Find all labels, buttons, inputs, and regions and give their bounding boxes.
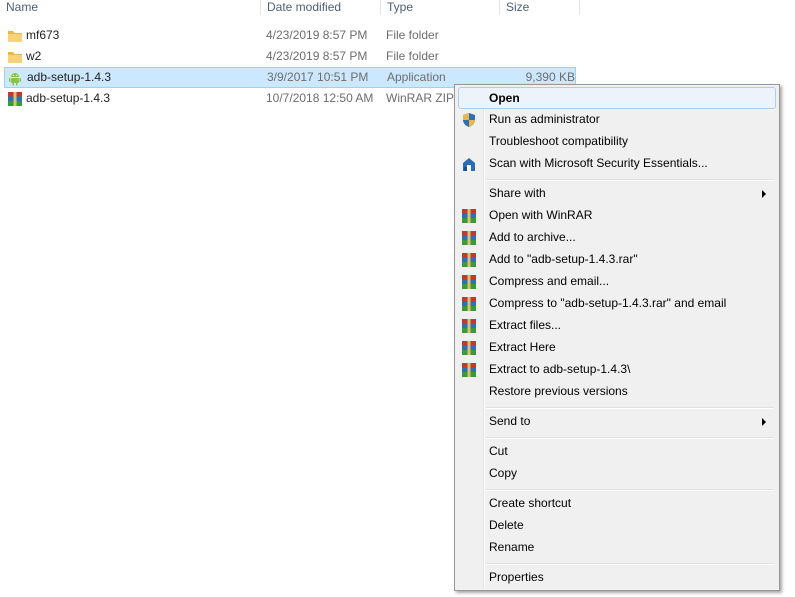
file-size xyxy=(500,25,574,46)
menu-item-label: Cut xyxy=(489,444,508,458)
menu-item-label: Open xyxy=(489,91,520,105)
menu-item-label: Create shortcut xyxy=(489,496,572,510)
menu-item-compress-to-rar-and-email[interactable]: Compress to "adb-setup-1.4.3.rar" and em… xyxy=(458,293,776,315)
winrar-icon xyxy=(462,341,476,355)
menu-item-scan-mse[interactable]: Scan with Microsoft Security Essentials.… xyxy=(458,153,776,175)
menu-item-share-with[interactable]: Share with xyxy=(458,183,776,205)
file-date: 3/9/2017 10:51 PM xyxy=(267,70,369,84)
android-app-icon xyxy=(9,73,21,86)
file-date: 10/7/2018 12:50 AM xyxy=(266,91,374,105)
file-date: 4/23/2019 8:57 PM xyxy=(266,49,368,63)
menu-item-label: Properties xyxy=(489,570,544,584)
column-header-name[interactable]: Name xyxy=(0,0,261,15)
file-size xyxy=(500,46,574,67)
menu-item-add-to-rar[interactable]: Add to "adb-setup-1.4.3.rar" xyxy=(458,249,776,271)
menu-item-add-to-archive[interactable]: Add to archive... xyxy=(458,227,776,249)
winrar-icon xyxy=(462,297,476,311)
file-row[interactable]: w2 4/23/2019 8:57 PM File folder xyxy=(4,46,576,67)
file-type: WinRAR ZIP xyxy=(386,91,455,105)
menu-item-extract-to-folder[interactable]: Extract to adb-setup-1.4.3\ xyxy=(458,359,776,381)
menu-item-delete[interactable]: Delete xyxy=(458,515,776,537)
menu-separator xyxy=(486,437,774,439)
menu-item-label: Troubleshoot compatibility xyxy=(489,134,628,148)
column-header-bar: Name Date modified Type Size xyxy=(0,0,795,16)
menu-item-label: Delete xyxy=(489,518,524,532)
winrar-icon xyxy=(462,319,476,333)
file-row[interactable]: mf673 4/23/2019 8:57 PM File folder xyxy=(4,25,576,46)
menu-item-label: Send to xyxy=(489,414,531,428)
menu-item-label: Copy xyxy=(489,466,518,480)
file-name: adb-setup-1.4.3 xyxy=(27,70,112,84)
menu-item-label: Compress and email... xyxy=(489,274,610,288)
submenu-arrow-icon xyxy=(762,190,766,198)
menu-item-compress-and-email[interactable]: Compress and email... xyxy=(458,271,776,293)
context-menu: Open Run as administrator Troubleshoot c… xyxy=(454,84,780,591)
menu-item-send-to[interactable]: Send to xyxy=(458,411,776,433)
file-name: mf673 xyxy=(26,28,60,42)
winrar-icon xyxy=(462,231,476,245)
menu-item-restore-previous-versions[interactable]: Restore previous versions xyxy=(458,381,776,403)
winrar-icon xyxy=(462,275,476,289)
menu-item-extract-here[interactable]: Extract Here xyxy=(458,337,776,359)
menu-item-label: Share with xyxy=(489,186,546,200)
winrar-archive-icon xyxy=(8,92,22,106)
menu-item-label: Rename xyxy=(489,540,535,554)
file-type: File folder xyxy=(386,28,439,42)
column-header-date-modified[interactable]: Date modified xyxy=(261,0,381,15)
menu-separator xyxy=(486,407,774,409)
menu-item-create-shortcut[interactable]: Create shortcut xyxy=(458,493,776,515)
menu-item-label: Add to archive... xyxy=(489,230,576,244)
file-name: adb-setup-1.4.3 xyxy=(26,91,111,105)
menu-separator xyxy=(486,179,774,181)
file-type: Application xyxy=(387,70,446,84)
column-header-type[interactable]: Type xyxy=(381,0,500,15)
folder-icon xyxy=(8,31,22,42)
menu-item-label: Add to "adb-setup-1.4.3.rar" xyxy=(489,252,638,266)
submenu-arrow-icon xyxy=(762,418,766,426)
menu-item-cut[interactable]: Cut xyxy=(458,441,776,463)
folder-icon xyxy=(8,52,22,63)
file-name: w2 xyxy=(26,49,42,63)
menu-item-open-with-winrar[interactable]: Open with WinRAR xyxy=(458,205,776,227)
menu-item-label: Restore previous versions xyxy=(489,384,628,398)
menu-item-extract-files[interactable]: Extract files... xyxy=(458,315,776,337)
menu-item-run-as-administrator[interactable]: Run as administrator xyxy=(458,109,776,131)
menu-item-copy[interactable]: Copy xyxy=(458,463,776,485)
menu-item-label: Scan with Microsoft Security Essentials.… xyxy=(489,156,708,170)
winrar-icon xyxy=(462,363,476,377)
security-essentials-icon xyxy=(463,158,475,171)
winrar-icon xyxy=(462,253,476,267)
menu-item-label: Extract to adb-setup-1.4.3\ xyxy=(489,362,631,376)
menu-item-rename[interactable]: Rename xyxy=(458,537,776,559)
menu-separator xyxy=(486,563,774,565)
menu-separator xyxy=(486,489,774,491)
file-type: File folder xyxy=(386,49,439,63)
menu-item-label: Run as administrator xyxy=(489,112,600,126)
menu-item-properties[interactable]: Properties xyxy=(458,567,776,589)
menu-item-label: Compress to "adb-setup-1.4.3.rar" and em… xyxy=(489,296,727,310)
menu-item-label: Extract files... xyxy=(489,318,562,332)
file-date: 4/23/2019 8:57 PM xyxy=(266,28,368,42)
menu-item-open[interactable]: Open xyxy=(458,87,776,109)
menu-item-label: Extract Here xyxy=(489,340,556,354)
menu-item-label: Open with WinRAR xyxy=(489,208,593,222)
uac-shield-icon xyxy=(463,113,475,127)
winrar-icon xyxy=(462,209,476,223)
menu-item-troubleshoot-compatibility[interactable]: Troubleshoot compatibility xyxy=(458,131,776,153)
column-header-size[interactable]: Size xyxy=(500,0,580,15)
